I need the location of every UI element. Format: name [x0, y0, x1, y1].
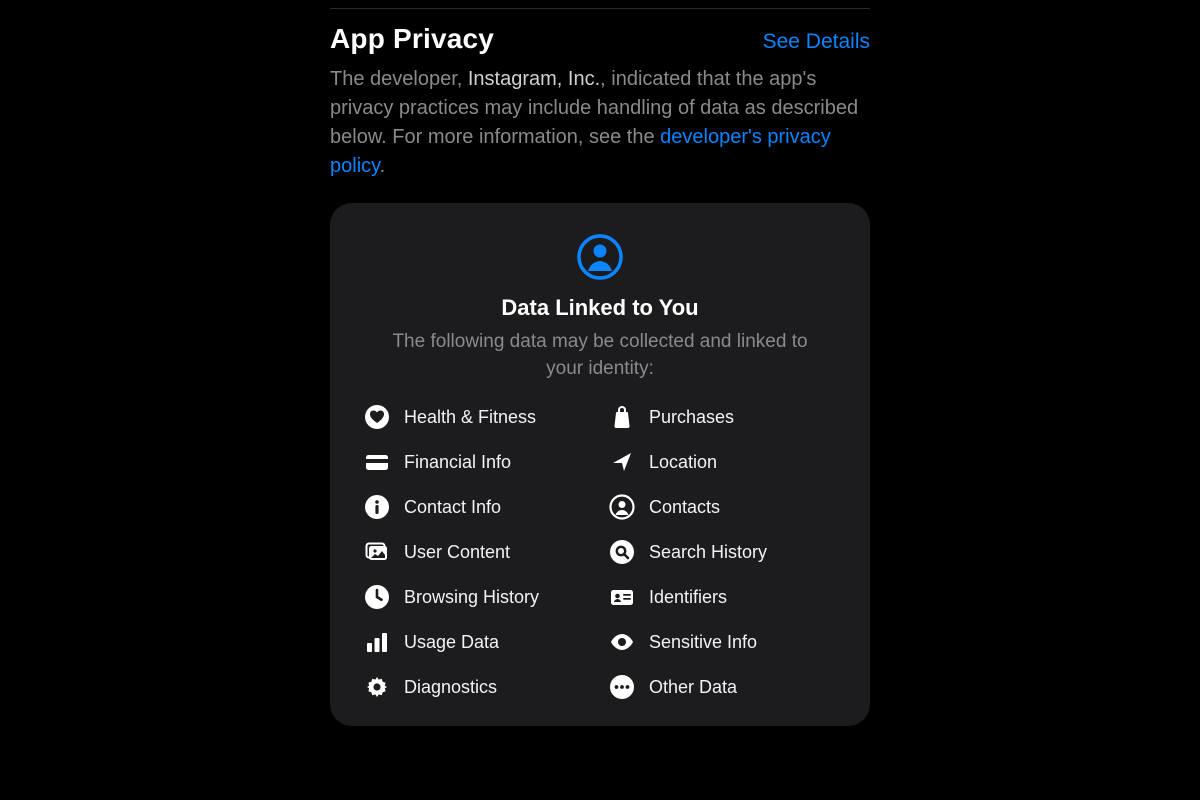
info-icon: [364, 494, 390, 520]
data-type-label: Usage Data: [404, 632, 499, 653]
eye-icon: [609, 629, 635, 655]
data-type-label: Other Data: [649, 677, 737, 698]
section-divider: [330, 8, 870, 9]
data-type-label: User Content: [404, 542, 510, 563]
person-linked-icon: [576, 233, 624, 281]
photo-icon: [364, 539, 390, 565]
data-type-item: Search History: [609, 539, 836, 565]
data-type-item: Usage Data: [364, 629, 591, 655]
contacts-icon: [609, 494, 635, 520]
chart-icon: [364, 629, 390, 655]
data-type-item: Diagnostics: [364, 674, 591, 700]
data-type-item: Identifiers: [609, 584, 836, 610]
data-types-grid: Health & Fitness Purchases Financial Info L…: [364, 404, 836, 700]
data-type-item: Location: [609, 449, 836, 475]
section-title: App Privacy: [330, 23, 494, 55]
idcard-icon: [609, 584, 635, 610]
see-details-link[interactable]: See Details: [763, 30, 870, 54]
data-type-label: Location: [649, 452, 717, 473]
data-type-item: User Content: [364, 539, 591, 565]
developer-name: Instagram, Inc.: [468, 68, 600, 90]
desc-pre: The developer,: [330, 68, 468, 90]
heart-icon: [364, 404, 390, 430]
privacy-description: The developer, Instagram, Inc., indicate…: [330, 65, 870, 181]
data-type-item: Other Data: [609, 674, 836, 700]
data-type-label: Diagnostics: [404, 677, 497, 698]
location-icon: [609, 449, 635, 475]
data-type-label: Browsing History: [404, 587, 539, 608]
clock-icon: [364, 584, 390, 610]
data-type-label: Health & Fitness: [404, 407, 536, 428]
data-type-label: Contact Info: [404, 497, 501, 518]
data-type-label: Contacts: [649, 497, 720, 518]
bag-icon: [609, 404, 635, 430]
creditcard-icon: [364, 449, 390, 475]
card-subtitle: The following data may be collected and …: [364, 329, 836, 382]
data-type-label: Purchases: [649, 407, 734, 428]
desc-post: .: [380, 155, 386, 177]
data-type-item: Contacts: [609, 494, 836, 520]
data-type-label: Financial Info: [404, 452, 511, 473]
search-icon: [609, 539, 635, 565]
ellipsis-icon: [609, 674, 635, 700]
data-type-item: Health & Fitness: [364, 404, 591, 430]
data-type-item: Sensitive Info: [609, 629, 836, 655]
privacy-card: Data Linked to You The following data ma…: [330, 203, 870, 726]
data-type-item: Contact Info: [364, 494, 591, 520]
data-type-item: Financial Info: [364, 449, 591, 475]
data-type-item: Browsing History: [364, 584, 591, 610]
data-type-item: Purchases: [609, 404, 836, 430]
data-type-label: Identifiers: [649, 587, 727, 608]
data-type-label: Sensitive Info: [649, 632, 757, 653]
data-type-label: Search History: [649, 542, 767, 563]
gear-icon: [364, 674, 390, 700]
card-title: Data Linked to You: [364, 295, 836, 321]
